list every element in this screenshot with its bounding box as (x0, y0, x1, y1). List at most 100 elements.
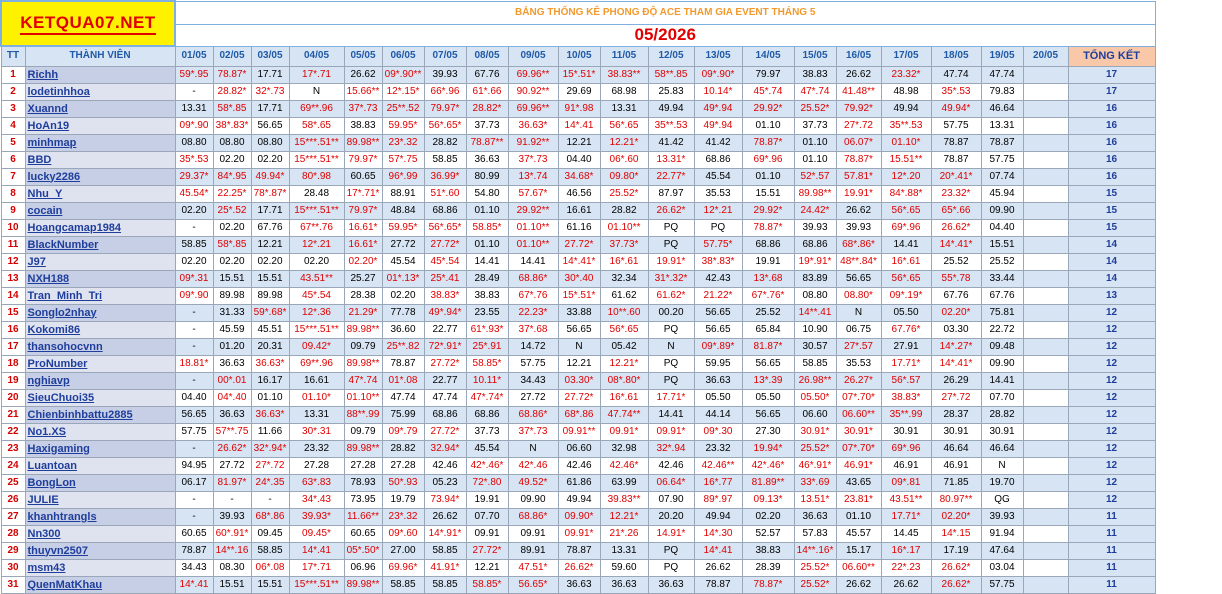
score-cell: 42*.46* (741, 456, 795, 475)
score-cell: 32*.94* (250, 439, 290, 458)
score-cell: 09.13* (741, 490, 795, 509)
member-name-link[interactable]: Nn300 (24, 524, 176, 543)
member-name-link[interactable]: Haxigaming (24, 439, 176, 458)
score-cell: 36.63 (212, 354, 252, 373)
score-cell: 09.80* (599, 167, 649, 186)
score-cell: 01.10 (465, 201, 509, 220)
score-cell: 22.25* (212, 184, 252, 203)
score-cell: 71.85 (930, 473, 982, 492)
score-cell: 58.85 (423, 541, 467, 560)
score-cell: 03.30* (557, 371, 601, 390)
score-cell: 57**.75 (212, 422, 252, 441)
score-cell: PQ (647, 558, 695, 577)
score-cell: 29.92* (741, 99, 795, 118)
score-cell: 01.10* (288, 388, 345, 407)
score-cell: 59*.95 (174, 65, 214, 84)
member-name-link[interactable]: BBD (24, 150, 176, 169)
table-row: 25 BongLon 06.17 81.97* 24*.35 63*.83 78.93 50*… (0, 473, 1156, 492)
member-name-link[interactable]: Songlo2nhay (24, 303, 176, 322)
member-name-link[interactable]: J97 (24, 252, 176, 271)
score-cell: 14**.41 (793, 303, 837, 322)
member-name-link[interactable]: Nhu_Y (24, 184, 176, 203)
score-cell: 49.94 (557, 490, 601, 509)
member-name-link[interactable]: No1.XS (24, 422, 176, 441)
member-name-link[interactable]: Xuannd (24, 99, 176, 118)
score-cell: 42.46 (647, 456, 695, 475)
member-name-link[interactable]: JULIE (24, 490, 176, 509)
header-date: 11/05 (599, 45, 649, 67)
row-number: 29 (0, 541, 26, 560)
score-cell: 47.74** (599, 405, 649, 424)
member-name-link[interactable]: Kokomi86 (24, 320, 176, 339)
member-name-link[interactable]: Chienbinhbattu2885 (24, 405, 176, 424)
member-name-link[interactable]: cocain (24, 201, 176, 220)
score-cell: 73.94* (423, 490, 467, 509)
row-number: 2 (0, 82, 26, 101)
score-cell: 14*.30 (693, 524, 743, 543)
score-cell: 91.92** (507, 133, 559, 152)
score-cell: 37*.73 (507, 422, 559, 441)
score-cell: 91.94 (980, 524, 1024, 543)
member-name-link[interactable]: Tran_Minh_Tri (24, 286, 176, 305)
member-name-link[interactable]: Richh (24, 65, 176, 84)
score-cell: 37.73* (599, 235, 649, 254)
member-name-link[interactable]: HoAn19 (24, 116, 176, 135)
score-cell: 59.95* (381, 218, 425, 237)
member-name-link[interactable]: khanhtrangls (24, 507, 176, 526)
member-name-link[interactable]: minhmap (24, 133, 176, 152)
member-name-link[interactable]: lucky2286 (24, 167, 176, 186)
score-cell: 49.94* (930, 99, 982, 118)
row-number: 19 (0, 371, 26, 390)
score-cell: 38*.83* (212, 116, 252, 135)
score-cell: 28.82* (465, 99, 509, 118)
member-name-link[interactable]: ProNumber (24, 354, 176, 373)
score-cell: 68.86 (693, 150, 743, 169)
score-cell: 17*.71* (343, 184, 383, 203)
score-cell: 31*.32* (647, 269, 695, 288)
score-cell: 94.95 (174, 456, 214, 475)
score-cell: 09.91* (599, 422, 649, 441)
member-name-link[interactable]: QuenMatKhau (24, 575, 176, 594)
score-cell: 36.63 (212, 405, 252, 424)
score-cell: 56.65 (741, 354, 795, 373)
member-name-link[interactable]: Luantoan (24, 456, 176, 475)
score-cell: 68.98 (599, 82, 649, 101)
header-date: 15/05 (793, 45, 837, 67)
score-cell: 22*.23 (880, 558, 932, 577)
table-row: 23 Haxigaming -26.62* 32*.94* 23.32 89.98** 28… (0, 439, 1156, 458)
score-cell: 17.71 (250, 65, 290, 84)
score-cell: 28.38 (343, 286, 383, 305)
score-cell: 79.83 (980, 82, 1024, 101)
member-name-link[interactable]: SieuChuoi35 (24, 388, 176, 407)
score-cell: 45.54 (693, 167, 743, 186)
member-name-link[interactable]: NXH188 (24, 269, 176, 288)
score-cell: 89.98** (343, 439, 383, 458)
member-name-link[interactable]: thansohocvnn (24, 337, 176, 356)
member-name-link[interactable]: BlackNumber (24, 235, 176, 254)
member-name-link[interactable]: BongLon (24, 473, 176, 492)
member-name-link[interactable]: Hoangcamap1984 (24, 218, 176, 237)
score-cell: 89.98 (212, 286, 252, 305)
score-cell (1022, 439, 1069, 458)
score-cell: 47.74 (381, 388, 425, 407)
member-name-link[interactable]: nghiavp (24, 371, 176, 390)
score-cell: 78.87 (980, 133, 1024, 152)
score-cell: 19.79 (381, 490, 425, 509)
score-cell: 61*.66 (465, 82, 509, 101)
score-cell: 36.63 (793, 507, 837, 526)
score-cell: 77.78 (381, 303, 425, 322)
score-cell: - (174, 218, 214, 237)
score-cell: 69**.96 (288, 354, 345, 373)
score-cell (1022, 558, 1069, 577)
member-name-link[interactable]: lodetinhhoa (24, 82, 176, 101)
score-cell: 39.93 (835, 218, 882, 237)
member-name-link[interactable]: thuyvn2507 (24, 541, 176, 560)
row-number: 5 (0, 133, 26, 152)
score-cell: 44.14 (693, 405, 743, 424)
score-cell: 08.30 (212, 558, 252, 577)
score-cell: 03.04 (980, 558, 1024, 577)
score-cell: 02.20 (741, 507, 795, 526)
score-cell: 23.81* (835, 490, 882, 509)
member-name-link[interactable]: msm43 (24, 558, 176, 577)
score-cell: 39.93 (212, 507, 252, 526)
